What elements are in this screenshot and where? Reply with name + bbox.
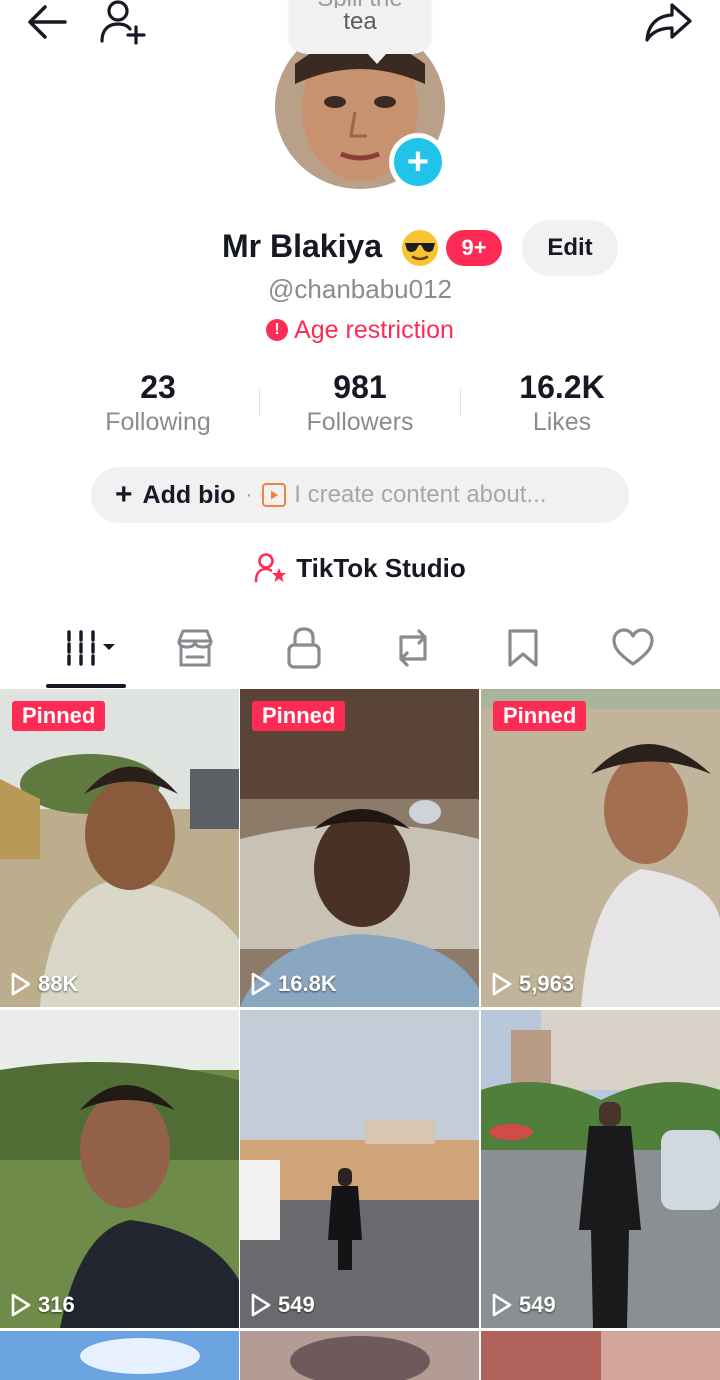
stat-value: 16.2K: [519, 369, 605, 405]
video-thumbnail[interactable]: [240, 1331, 479, 1380]
view-count-value: 88K: [38, 971, 79, 996]
tab-favorites[interactable]: [468, 616, 578, 680]
video-preview-image: [0, 689, 239, 1007]
shop-icon: [177, 629, 213, 667]
plus-icon: +: [394, 138, 442, 186]
video-thumbnail[interactable]: 549: [240, 1010, 479, 1328]
view-count-value: 16.8K: [278, 971, 337, 996]
lock-icon: [287, 627, 321, 669]
tab-liked[interactable]: [578, 616, 688, 680]
video-grid: Pinned 88K Pinned 16.8K Pinned 5,963 316…: [0, 689, 720, 1380]
view-count-value: 549: [278, 1292, 315, 1317]
play-icon: [11, 972, 31, 996]
stat-value: 981: [333, 369, 387, 405]
video-thumbnail[interactable]: Pinned 16.8K: [240, 689, 479, 1007]
video-preview-image: [0, 1331, 239, 1380]
view-count: 5,963: [491, 971, 574, 997]
age-restriction-label: Age restriction: [294, 315, 454, 344]
video-thumbnail[interactable]: Pinned 88K: [0, 689, 239, 1007]
video-preview-image: [240, 689, 479, 1007]
play-icon: [492, 1293, 512, 1317]
play-square-icon: [262, 483, 287, 507]
back-button[interactable]: [22, 0, 72, 44]
share-button[interactable]: [640, 0, 696, 44]
stat-followers[interactable]: 981 Followers: [260, 368, 460, 438]
edit-profile-button[interactable]: Edit: [522, 220, 618, 276]
heart-icon: [612, 628, 654, 666]
tiktok-studio-link[interactable]: TikTok Studio: [0, 546, 720, 590]
divider: [460, 388, 461, 416]
view-count: 88K: [10, 971, 78, 997]
add-bio-button[interactable]: + Add bio · I create content about...: [91, 467, 629, 523]
pinned-badge: Pinned: [493, 701, 587, 731]
person-add-icon: [100, 0, 146, 45]
profile-stats: 23 Following 981 Followers 16.2K Likes: [58, 368, 662, 438]
view-count-value: 549: [519, 1292, 556, 1317]
add-story-button[interactable]: +: [389, 133, 447, 191]
stat-label: Likes: [532, 408, 592, 436]
tab-private[interactable]: [249, 616, 359, 680]
username: @chanbabu012: [268, 274, 452, 304]
name-row: Mr Blakiya 9+ Edit: [0, 220, 720, 276]
tab-reposts[interactable]: [358, 616, 468, 680]
video-preview-image: [481, 1331, 720, 1380]
stat-value: 23: [140, 369, 176, 405]
pinned-badge: Pinned: [252, 701, 346, 731]
grid-icon: [67, 630, 115, 666]
video-thumbnail[interactable]: [0, 1331, 239, 1380]
bookmark-icon: [508, 629, 538, 667]
play-icon: [251, 972, 271, 996]
video-thumbnail[interactable]: 316: [0, 1010, 239, 1328]
note-text-line1: Spill the: [289, 0, 431, 8]
view-count-value: 316: [38, 1292, 75, 1317]
view-count: 549: [250, 1292, 315, 1318]
tab-shop[interactable]: [140, 616, 250, 680]
stat-likes[interactable]: 16.2K Likes: [462, 368, 662, 438]
view-count: 549: [491, 1292, 556, 1318]
separator-dot: ·: [245, 483, 253, 506]
video-preview-image: [481, 689, 720, 1007]
arrow-left-icon: [28, 5, 67, 39]
alert-icon: !: [266, 319, 289, 341]
video-preview-image: [0, 1010, 239, 1328]
plus-icon: +: [115, 478, 133, 511]
display-name: Mr Blakiya: [222, 228, 383, 264]
add-friends-button[interactable]: [96, 0, 152, 46]
active-tab-indicator: [46, 684, 126, 688]
video-thumbnail[interactable]: [481, 1331, 720, 1380]
notification-badge[interactable]: 9+: [446, 230, 502, 266]
note-bubble[interactable]: Spill the tea: [289, 0, 431, 64]
view-count: 316: [10, 1292, 75, 1318]
bubble-tail: [367, 53, 387, 64]
share-arrow-icon: [645, 3, 692, 42]
video-thumbnail[interactable]: Pinned 5,963: [481, 689, 720, 1007]
sunglasses-emoji-icon: [402, 230, 438, 266]
repost-icon: [399, 629, 427, 667]
stat-label: Following: [105, 408, 211, 436]
tiktok-studio-label: TikTok Studio: [296, 552, 466, 583]
view-count: 16.8K: [250, 971, 337, 997]
content-tabs: [0, 616, 720, 690]
age-restriction-link[interactable]: ! Age restriction: [0, 312, 720, 348]
tab-videos[interactable]: [38, 616, 148, 680]
video-preview-image: [240, 1331, 479, 1380]
stat-label: Followers: [306, 408, 414, 436]
video-preview-image: [481, 1010, 720, 1328]
person-star-icon: [254, 553, 287, 583]
play-icon: [11, 1293, 31, 1317]
bio-suggestion: I create content about...: [294, 481, 547, 508]
add-bio-label: Add bio: [142, 480, 236, 509]
video-thumbnail[interactable]: 549: [481, 1010, 720, 1328]
pinned-badge: Pinned: [12, 701, 106, 731]
note-text-line2: tea: [343, 8, 377, 35]
play-icon: [251, 1293, 271, 1317]
stat-following[interactable]: 23 Following: [58, 368, 258, 438]
view-count-value: 5,963: [519, 971, 575, 996]
video-preview-image: [240, 1010, 479, 1328]
play-icon: [492, 972, 512, 996]
